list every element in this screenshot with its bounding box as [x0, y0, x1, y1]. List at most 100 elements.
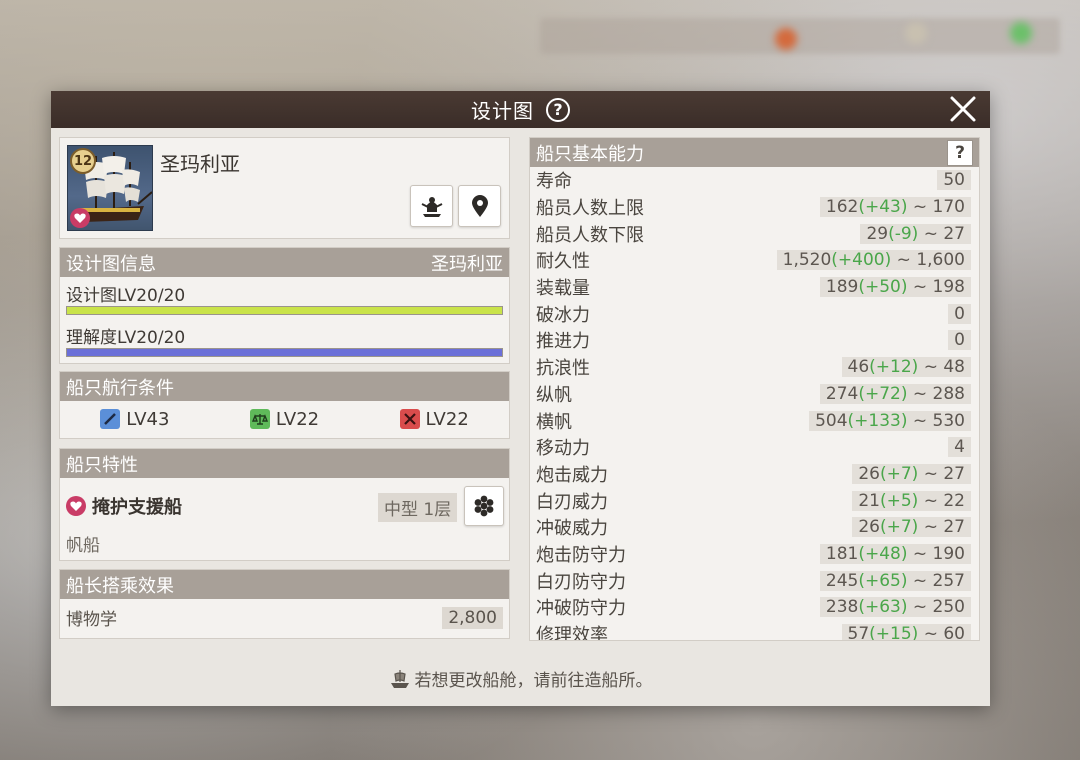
- ship-slots-button[interactable]: [464, 486, 504, 526]
- dialog-titlebar: 设计图 ?: [51, 91, 990, 128]
- stat-base: 274: [825, 383, 859, 404]
- stat-base: 162: [825, 197, 859, 218]
- trait-ship-type: 帆船: [66, 536, 100, 556]
- stat-base: 0: [954, 303, 965, 324]
- stat-row: 白刃防守力 245(+65) ~ 257: [530, 567, 979, 594]
- close-icon: [950, 96, 976, 122]
- stat-bonus: (-9): [888, 223, 919, 244]
- stat-value: 245(+65) ~ 257: [819, 570, 971, 591]
- ship-crew-button[interactable]: [410, 185, 453, 227]
- stat-label: 修理效率: [536, 625, 608, 641]
- stat-row: 冲破威力 26(+7) ~ 27: [530, 514, 979, 541]
- stat-base: 26: [858, 463, 880, 484]
- stat-label: 白刃防守力: [536, 571, 626, 593]
- stat-bonus: (+400): [831, 250, 892, 271]
- question-circle-icon[interactable]: ?: [546, 97, 570, 122]
- stat-label: 装载量: [536, 278, 590, 300]
- stat-label: 破冰力: [536, 304, 590, 326]
- stat-label: 横帆: [536, 411, 572, 433]
- stat-bonus: (+12): [869, 357, 919, 378]
- understanding-row: 理解度LV20/20: [60, 315, 509, 357]
- stat-max: ~ 198: [907, 277, 965, 298]
- stat-bonus: (+15): [869, 624, 919, 641]
- background-top-bar: [540, 18, 1060, 54]
- heart-icon: [70, 208, 90, 228]
- stat-row: 寿命 50: [530, 167, 979, 194]
- ship-icon: [390, 669, 409, 688]
- stat-base: 26: [858, 517, 880, 538]
- stat-bonus: (+63): [858, 597, 908, 618]
- stat-max: ~ 250: [907, 597, 965, 618]
- sail-conditions-panel: 船只航行条件 LV43 LV22 LV22: [59, 371, 510, 439]
- stat-row: 船员人数上限 162(+43) ~ 170: [530, 194, 979, 221]
- condition-battle-level: LV22: [425, 408, 469, 430]
- stat-value: 189(+50) ~ 198: [819, 277, 971, 298]
- location-button[interactable]: [458, 185, 501, 227]
- stat-row: 纵帆 274(+72) ~ 288: [530, 381, 979, 408]
- stat-value: 29(-9) ~ 27: [860, 223, 971, 244]
- stat-value: 21(+5) ~ 22: [852, 490, 971, 511]
- stat-base: 0: [954, 330, 965, 351]
- captain-effect-title: 船长搭乘效果: [66, 575, 174, 597]
- stat-label: 白刃威力: [536, 491, 608, 513]
- ship-stats-list: 寿命 50 船员人数上限 162(+43) ~ 170 船员人数下限 29(-9) ~ 2…: [530, 167, 979, 641]
- ship-stats-panel[interactable]: 船只基本能力 ? 寿命 50 船员人数上限 162(+43) ~ 170 船员人数下限 2…: [529, 137, 980, 641]
- captain-skill-value: 2,800: [442, 606, 503, 629]
- stat-value: 1,520(+400) ~ 1,600: [776, 250, 971, 271]
- trait-name: 掩护支援船: [92, 497, 182, 518]
- blueprint-level-label: 设计图LV20/20: [66, 286, 186, 306]
- stat-row: 破冰力 0: [530, 300, 979, 327]
- stat-bonus: (+5): [879, 490, 919, 511]
- condition-trade: LV22: [249, 409, 319, 430]
- stat-row: 炮击防守力 181(+48) ~ 190: [530, 541, 979, 568]
- ship-portrait[interactable]: 12: [67, 145, 153, 231]
- stat-row: 推进力 0: [530, 327, 979, 354]
- stat-max: ~ 190: [907, 543, 965, 564]
- stats-help-button[interactable]: ?: [947, 139, 973, 166]
- footer-text: 若想更改船舱，请前往造船所。: [414, 671, 653, 691]
- blueprint-level-row: 设计图LV20/20: [60, 277, 509, 315]
- stat-label: 抗浪性: [536, 358, 590, 380]
- sail-conditions-title: 船只航行条件: [66, 377, 174, 399]
- stat-row: 白刃威力 21(+5) ~ 22: [530, 487, 979, 514]
- stat-row: 冲破防守力 238(+63) ~ 250: [530, 594, 979, 621]
- condition-adventure: LV43: [100, 409, 169, 430]
- condition-battle: LV22: [399, 408, 469, 430]
- stat-base: 29: [866, 223, 889, 244]
- stat-base: 181: [825, 543, 859, 564]
- sail-conditions-header: 船只航行条件: [60, 372, 509, 401]
- location-pin-icon: [471, 195, 488, 217]
- footer-hint: 若想更改船舱，请前往造船所。: [51, 651, 990, 706]
- stat-label: 炮击威力: [536, 464, 608, 486]
- close-button[interactable]: [946, 92, 980, 126]
- ship-stats-title: 船只基本能力: [536, 143, 644, 165]
- stat-label: 冲破威力: [536, 518, 608, 540]
- trait-name-row: 掩护支援船: [66, 493, 182, 519]
- ship-card: 12 圣玛利亚: [59, 137, 510, 239]
- dialog-title: 设计图: [471, 99, 534, 123]
- hex-cluster-icon: [474, 495, 494, 517]
- stat-label: 耐久性: [536, 251, 590, 273]
- stat-value: 181(+48) ~ 190: [819, 543, 971, 564]
- stat-max: ~ 60: [918, 624, 965, 641]
- stat-row: 耐久性 1,520(+400) ~ 1,600: [530, 247, 979, 274]
- stat-label: 寿命: [536, 171, 572, 193]
- stat-value: 26(+7) ~ 27: [852, 517, 971, 538]
- ship-crew-icon: [421, 197, 442, 217]
- stat-base: 238: [825, 597, 859, 618]
- stat-base: 189: [825, 277, 859, 298]
- background-blur-dot: [775, 28, 797, 50]
- stat-label: 炮击防守力: [536, 544, 626, 566]
- stat-value: 0: [948, 303, 971, 324]
- ship-name: 圣玛利亚: [160, 152, 240, 176]
- blueprint-ship-name: 圣玛利亚: [431, 253, 503, 275]
- heart-icon: [66, 496, 86, 516]
- stat-label: 船员人数下限: [536, 224, 644, 246]
- stat-row: 装载量 189(+50) ~ 198: [530, 274, 979, 301]
- stat-max: ~ 530: [907, 410, 965, 431]
- condition-adventure-level: LV43: [126, 408, 170, 430]
- stat-base: 50: [943, 170, 965, 191]
- captain-effect-panel: 船长搭乘效果 博物学 2,800: [59, 569, 510, 639]
- stat-label: 移动力: [536, 438, 590, 460]
- stat-row: 炮击威力 26(+7) ~ 27: [530, 461, 979, 488]
